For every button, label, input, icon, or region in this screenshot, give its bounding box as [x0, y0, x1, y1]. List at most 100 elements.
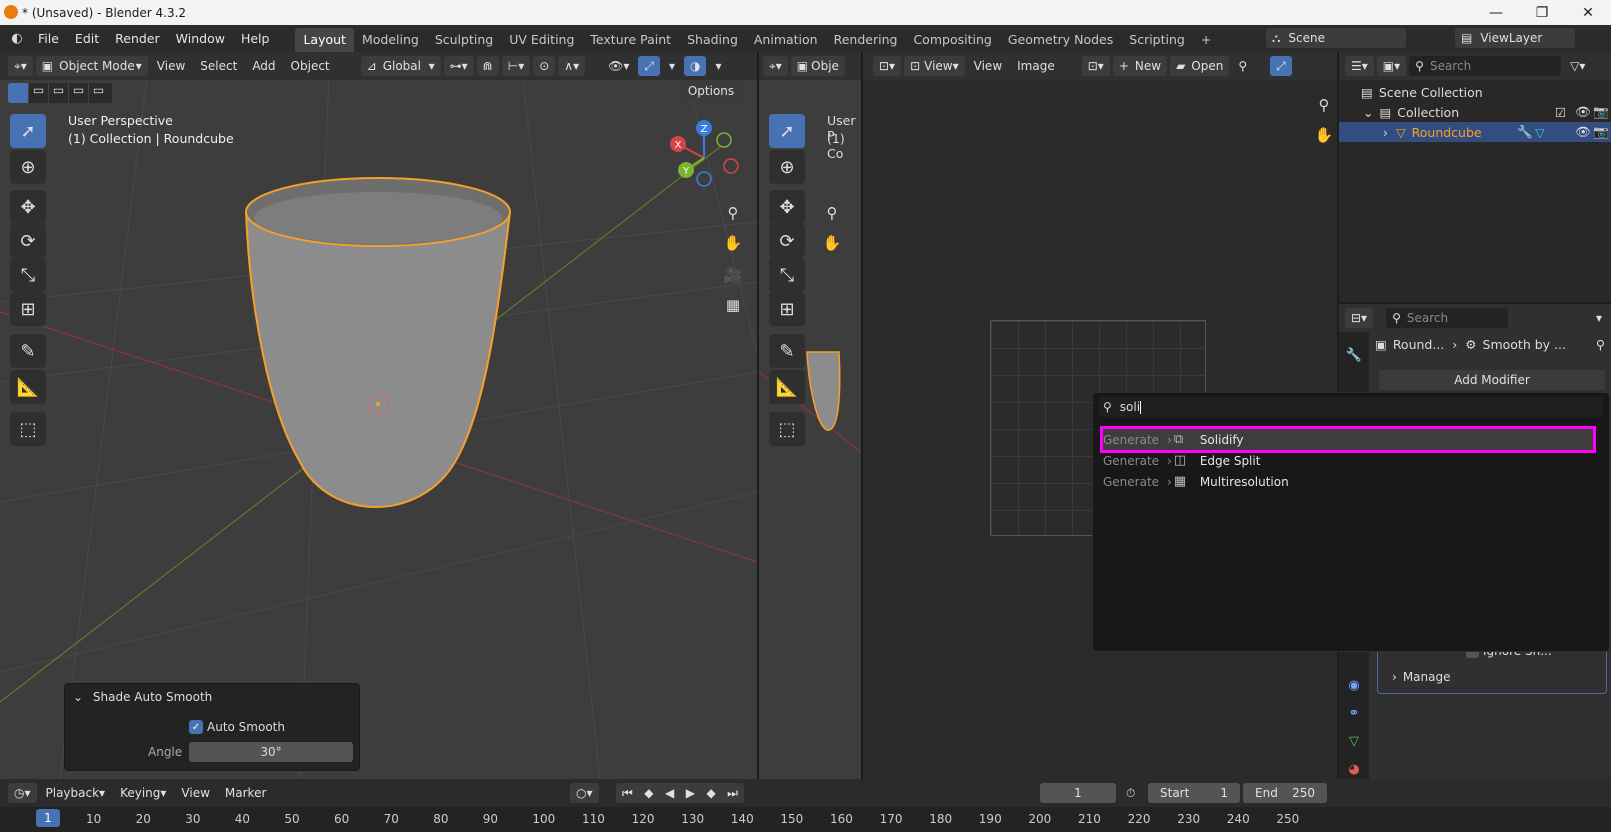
- secondary-rotate-tool[interactable]: ⟳: [769, 224, 805, 258]
- tab-texture-paint[interactable]: Texture Paint: [582, 28, 679, 52]
- image-gizmo-button[interactable]: ⤢: [1270, 56, 1292, 76]
- secondary-move-tool[interactable]: ✥: [769, 190, 805, 224]
- move-tool[interactable]: ✥: [10, 190, 46, 224]
- secondary-mode-selector[interactable]: ▣ Obje: [790, 56, 845, 76]
- search-result-multiresolution[interactable]: Generate › ▦ Multiresolution: [1103, 471, 1593, 492]
- menu-edit[interactable]: Edit: [67, 25, 107, 52]
- menu-select[interactable]: Select: [194, 56, 243, 76]
- menu-keying[interactable]: Keying ▾: [114, 783, 172, 803]
- prev-keyframe-icon[interactable]: ◆: [644, 786, 653, 800]
- pin-icon[interactable]: ⚲: [1596, 337, 1605, 352]
- close-button[interactable]: ✕: [1565, 0, 1611, 25]
- search-result-edge-split[interactable]: Generate › ◫ Edge Split: [1103, 450, 1593, 471]
- popup-search-field[interactable]: ⚲ soli: [1099, 397, 1603, 417]
- camera-icon[interactable]: 📷: [1593, 104, 1609, 120]
- menu-marker[interactable]: Marker: [219, 783, 272, 803]
- secondary-pan-hand-icon[interactable]: ✋: [819, 230, 845, 256]
- secondary-annotate-tool[interactable]: ✎: [769, 334, 805, 368]
- image-editor-type[interactable]: ⊡▾: [873, 56, 902, 76]
- tab-scripting[interactable]: Scripting: [1121, 28, 1193, 52]
- menu-add[interactable]: Add: [246, 56, 281, 76]
- auto-keying-button[interactable]: ○▾: [570, 783, 599, 803]
- tab-geometry-nodes[interactable]: Geometry Nodes: [1000, 28, 1121, 52]
- secondary-scale-tool[interactable]: ⤡: [769, 258, 805, 292]
- camera-icon[interactable]: 🎥: [720, 262, 746, 288]
- tab-shading[interactable]: Shading: [679, 28, 746, 52]
- filter-icon[interactable]: ▽▾: [1564, 56, 1591, 76]
- menu-view[interactable]: View: [151, 56, 191, 76]
- maximize-button[interactable]: ❐: [1519, 0, 1565, 25]
- outliner-item-roundcube[interactable]: › ▽ Roundcube 🔧 ▽ 👁 📷: [1339, 122, 1611, 142]
- viewport-3d[interactable]: ⌖ ▾ ▣ Object Mode ▾ View Select Add Object …: [0, 52, 757, 779]
- timeline-editor-type[interactable]: ◷▾: [8, 783, 37, 803]
- tab-layout[interactable]: Layout: [295, 28, 354, 52]
- add-modifier-button[interactable]: Add Modifier: [1379, 370, 1605, 390]
- gizmo-dropdown[interactable]: ▾: [663, 56, 681, 76]
- checkbox-checked-icon[interactable]: ☑: [1555, 105, 1566, 120]
- secondary-transform-tool[interactable]: ⊞: [769, 292, 805, 326]
- viewport-3d-secondary[interactable]: ⌖▾ ▣ Obje User P (1) Co ➚ ⊕ ✥ ⟳ ⤡ ⊞ ✎ 📐 ⬚…: [759, 52, 861, 779]
- pin-icon[interactable]: ⚲: [1232, 56, 1253, 76]
- grid-icon[interactable]: ▦: [720, 292, 746, 318]
- search-result-solidify[interactable]: Generate › ⧉ Solidify: [1100, 426, 1596, 453]
- secondary-measure-tool[interactable]: 📐: [769, 370, 805, 404]
- tab-compositing[interactable]: Compositing: [905, 28, 999, 52]
- gizmo-button[interactable]: ⤢: [638, 56, 660, 76]
- select-invert-icon[interactable]: ▭: [68, 83, 88, 103]
- tab-uv-editing[interactable]: UV Editing: [501, 28, 582, 52]
- snap-button[interactable]: ⋒: [476, 56, 499, 76]
- properties-options-dropdown[interactable]: ▾: [1590, 308, 1608, 328]
- new-image-button[interactable]: + New: [1112, 56, 1168, 76]
- image-view-mode[interactable]: ⊡ View ▾: [904, 56, 965, 76]
- view-layer-selector[interactable]: ▤ ViewLayer: [1455, 28, 1575, 48]
- properties-search[interactable]: ⚲ Search: [1386, 308, 1509, 328]
- menu-window[interactable]: Window: [168, 25, 233, 52]
- options-button[interactable]: Options: [676, 81, 746, 101]
- overlay-dropdown[interactable]: ▾: [709, 56, 727, 76]
- end-frame-field[interactable]: End 250: [1243, 783, 1327, 803]
- tab-modeling[interactable]: Modeling: [354, 28, 427, 52]
- orientation-selector[interactable]: ⊿ Global ▾: [360, 56, 441, 76]
- outliner-item-scene-collection[interactable]: ▤ Scene Collection: [1339, 82, 1611, 102]
- play-icon[interactable]: ▶: [686, 786, 695, 800]
- jump-end-icon[interactable]: ⏭: [727, 786, 738, 801]
- pivot-button[interactable]: ⊶▾: [443, 56, 474, 76]
- select-new-icon[interactable]: [8, 83, 28, 103]
- properties-editor-type[interactable]: ⊟▾: [1345, 308, 1374, 328]
- redo-panel-header[interactable]: ⌄ Shade Auto Smooth: [73, 690, 212, 704]
- current-frame-field[interactable]: 1: [1040, 783, 1116, 803]
- cursor-tool[interactable]: ⊕: [10, 150, 46, 184]
- eye-icon[interactable]: 👁: [1575, 104, 1591, 120]
- image-pan-hand-icon[interactable]: ✋: [1311, 122, 1337, 148]
- menu-playback[interactable]: Playback ▾: [40, 783, 112, 803]
- visibility-button[interactable]: 👁▾: [602, 56, 635, 76]
- menu-file[interactable]: File: [30, 25, 67, 52]
- next-keyframe-icon[interactable]: ◆: [706, 786, 715, 800]
- stopwatch-icon[interactable]: ⏱: [1126, 786, 1135, 801]
- secondary-select-tool[interactable]: ➚: [769, 114, 805, 148]
- overlay-button[interactable]: ◑: [684, 56, 707, 76]
- timeline-menu-view[interactable]: View: [175, 783, 215, 803]
- play-reverse-icon[interactable]: ◀: [665, 786, 674, 800]
- image-menu-image[interactable]: Image: [1011, 56, 1061, 76]
- manage-subpanel[interactable]: › Manage: [1392, 670, 1450, 684]
- secondary-add-cube-tool[interactable]: ⬚: [769, 412, 805, 446]
- material-tab-icon[interactable]: ◕: [1345, 760, 1363, 778]
- open-image-button[interactable]: ▰ Open: [1170, 56, 1230, 76]
- pan-hand-icon[interactable]: ✋: [720, 230, 746, 256]
- transform-tool[interactable]: ⊞: [10, 292, 46, 326]
- secondary-zoom-icon[interactable]: ⚲: [819, 200, 845, 226]
- mode-selector[interactable]: ▣ Object Mode ▾: [35, 56, 148, 76]
- angle-field[interactable]: 30°: [189, 742, 353, 762]
- image-zoom-icon[interactable]: ⚲: [1311, 92, 1337, 118]
- select-extend-icon[interactable]: ▭: [28, 83, 48, 103]
- menu-help[interactable]: Help: [233, 25, 278, 52]
- tab-sculpting[interactable]: Sculpting: [427, 28, 501, 52]
- blender-menu-icon[interactable]: ◐: [8, 30, 26, 48]
- select-intersect-icon[interactable]: ▭: [88, 83, 108, 103]
- falloff-button[interactable]: ∧▾: [558, 56, 586, 76]
- auto-smooth-checkbox[interactable]: ✓ Auto Smooth: [189, 720, 285, 734]
- secondary-editor-type[interactable]: ⌖▾: [763, 56, 788, 76]
- annotate-tool[interactable]: ✎: [10, 334, 46, 368]
- scene-selector[interactable]: ⛬ Scene: [1266, 28, 1406, 48]
